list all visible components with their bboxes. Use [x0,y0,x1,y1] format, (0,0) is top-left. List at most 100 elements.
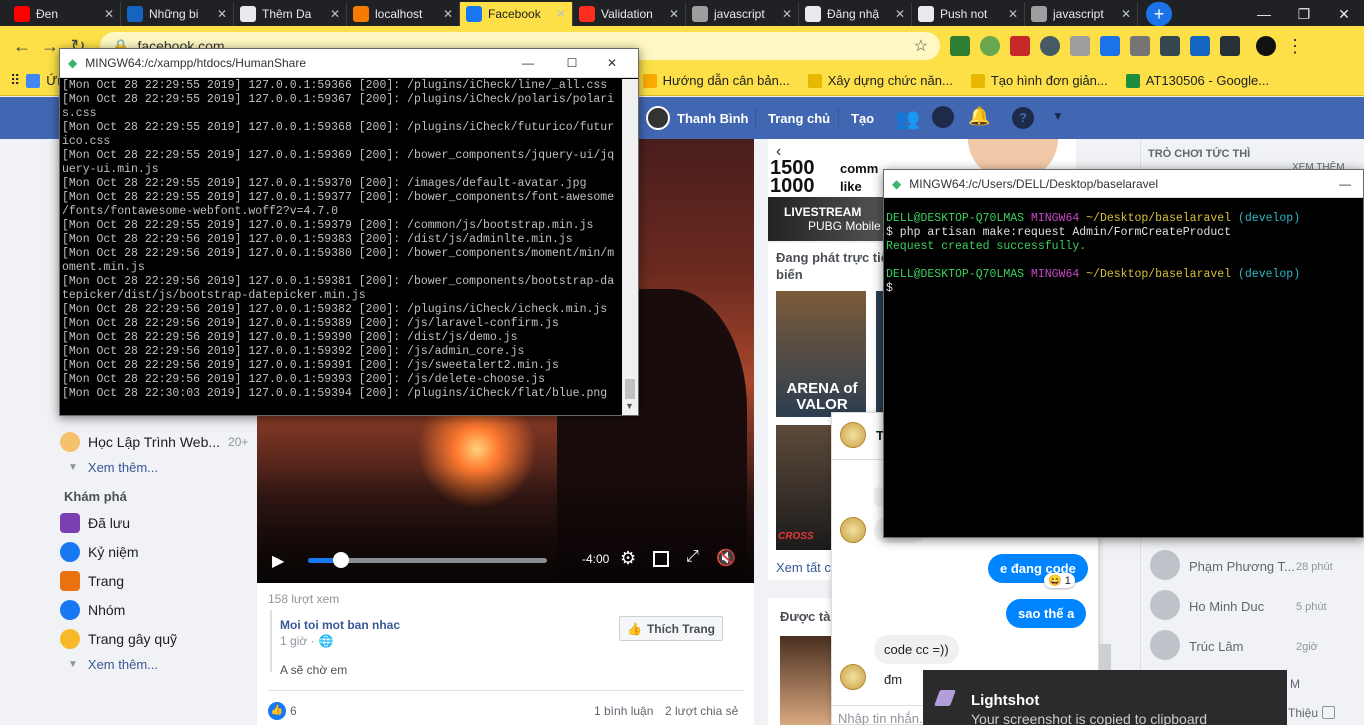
message-input[interactable]: Nhập tin nhắn... [838,711,930,725]
terminal-window-1[interactable]: ◆ MINGW64:/c/xampp/htdocs/HumanShare — ☐… [59,48,639,416]
page-name[interactable]: Moi toi mot ban nhac [280,618,400,632]
see-more-explore[interactable]: ▼ Xem thêm... [68,657,158,672]
bookmark-item[interactable]: Tạo hình đơn giản... [970,73,1108,88]
extension-lock-icon[interactable] [1130,36,1150,56]
messenger-icon[interactable] [932,106,954,128]
sidebar-item-group[interactable]: Học Lập Trình Web... 20+ [60,432,248,452]
avatar[interactable] [1150,630,1180,660]
avatar[interactable] [1150,590,1180,620]
tab-close-icon[interactable]: ✕ [1008,7,1018,21]
tab-close-icon[interactable]: ✕ [217,7,227,21]
tab-4[interactable]: Facebook ✕ [460,2,573,26]
gear-icon[interactable]: ⚙ [620,548,636,569]
tab-close-icon[interactable]: ✕ [895,7,905,21]
scroll-thumb[interactable] [625,379,635,399]
profile-name[interactable]: Thanh Bình [677,111,749,126]
like-page-button[interactable]: 👍 Thích Trang [619,616,723,641]
tab-9[interactable]: javascript ✕ [1025,2,1138,26]
avatar[interactable] [840,422,866,448]
extension-pocket-icon[interactable] [1010,36,1030,56]
terminal-window-2[interactable]: ◆ MINGW64:/c/Users/DELL/Desktop/baselara… [883,169,1364,538]
game-thumbnail-3[interactable]: CROSS [776,425,832,550]
sidebar-item-explore[interactable]: Đã lưu [60,513,130,533]
bell-icon[interactable]: 🔔 [968,106,990,127]
contact-name[interactable]: Ho Minh Duc [1189,599,1264,614]
message-received[interactable]: đm [874,665,913,694]
apps-icon[interactable]: ⠿ [10,72,20,89]
maximize-icon[interactable]: ☐ [550,56,594,70]
tab-0[interactable]: Đen ✕ [8,2,121,26]
extension-google-translate-icon[interactable] [1100,36,1120,56]
see-more-groups[interactable]: ▼ Xem thêm... [68,460,158,475]
minimize-icon[interactable]: — [1335,177,1355,191]
nav-home[interactable]: Trang chủ [768,111,830,126]
play-icon[interactable]: ▶ [272,551,284,571]
contact-name[interactable]: Phạm Phương T... [1189,559,1295,574]
avatar[interactable] [1150,550,1180,580]
tab-close-icon[interactable]: ✕ [104,7,114,21]
prompt-symbol[interactable]: $ [886,282,1360,296]
close-icon[interactable]: ✕ [1324,2,1364,26]
minimize-icon[interactable]: — [1244,2,1284,26]
lightshot-toast[interactable]: Lightshot Your screenshot is copied to c… [923,670,1287,725]
tab-7[interactable]: Đăng nhậ ✕ [799,2,912,26]
see-all-link[interactable]: Xem tất cả [776,560,832,575]
message-sent[interactable]: sao thế a [1006,599,1087,628]
nav-create[interactable]: Tạo [851,111,874,126]
extension-grid-icon[interactable] [1220,36,1240,56]
reaction-badge[interactable]: 😄 1 [1044,573,1075,588]
tab-6[interactable]: javascript ✕ [686,2,799,26]
star-icon[interactable]: ☆ [914,36,928,56]
extension-check-icon[interactable] [950,36,970,56]
tab-3[interactable]: localhost ✕ [347,2,460,26]
restore-icon[interactable]: ❐ [1284,2,1324,26]
tab-5[interactable]: Validation ✕ [573,2,686,26]
bookmark-item[interactable]: Hướng dẫn cân bản... [642,73,790,88]
terminal-1-titlebar[interactable]: ◆ MINGW64:/c/xampp/htdocs/HumanShare — ☐… [60,49,638,78]
minimize-icon[interactable]: — [506,56,550,70]
close-icon[interactable]: ✕ [594,56,630,70]
help-icon[interactable]: ? [1012,107,1034,129]
bookmark-item[interactable]: AT130506 - Google... [1125,73,1269,88]
message-received[interactable]: code cc =)) [874,635,959,664]
comment-count[interactable]: 1 bình luận [594,704,653,718]
fullscreen-icon[interactable]: ⤢ [686,548,699,566]
chevron-right-icon[interactable]: › [1056,139,1063,165]
extension-globe-icon[interactable] [980,36,1000,56]
chevron-left-icon[interactable]: ‹ [776,143,781,161]
share-count[interactable]: 2 lượt chia sẻ [665,704,738,718]
new-tab-button[interactable]: + [1146,2,1172,26]
game-thumbnail[interactable]: ARENA of VALOR [776,291,866,417]
extension-translate-icon[interactable] [1070,36,1090,56]
chevron-down-icon[interactable]: ▼ [1052,109,1064,123]
extension-j-icon[interactable] [1190,36,1210,56]
tab-close-icon[interactable]: ✕ [669,7,679,21]
settings-icon[interactable] [1322,706,1335,719]
sidebar-item-explore[interactable]: Trang [60,571,124,591]
menu-dots-icon[interactable]: ⋮ [1286,36,1304,57]
tab-close-icon[interactable]: ✕ [782,7,792,21]
extension-eye-icon[interactable] [1040,36,1060,56]
tab-close-icon[interactable]: ✕ [443,7,453,21]
avatar[interactable] [646,106,670,130]
sidebar-item-explore[interactable]: Kỷ niệm [60,542,139,562]
sidebar-item-explore[interactable]: Trang gây quỹ [60,629,177,649]
chevron-down-icon[interactable]: ▼ [625,401,634,411]
tab-2[interactable]: Thêm Da ✕ [234,2,347,26]
extension-pen-icon[interactable] [1160,36,1180,56]
reaction-count[interactable]: 6 [290,704,297,718]
sidebar-item-explore[interactable]: Nhóm [60,600,125,620]
back-icon[interactable]: ← [8,32,36,60]
contact-name[interactable]: Trúc Lâm [1189,639,1243,654]
mute-icon[interactable]: 🔇 [716,548,736,568]
tab-1[interactable]: Những bi ✕ [121,2,234,26]
terminal-2-titlebar[interactable]: ◆ MINGW64:/c/Users/DELL/Desktop/baselara… [884,170,1363,198]
terminal-1-scrollbar[interactable]: ▼ [622,79,638,415]
tab-close-icon[interactable]: ✕ [1121,7,1131,21]
promoted-image[interactable] [780,636,832,725]
tab-close-icon[interactable]: ✕ [556,7,566,21]
bookmark-item[interactable]: Xây dựng chức năn... [807,73,953,88]
tab-close-icon[interactable]: ✕ [330,7,340,21]
friends-icon[interactable]: 👥 [895,106,920,131]
profile-avatar[interactable] [1256,36,1276,56]
